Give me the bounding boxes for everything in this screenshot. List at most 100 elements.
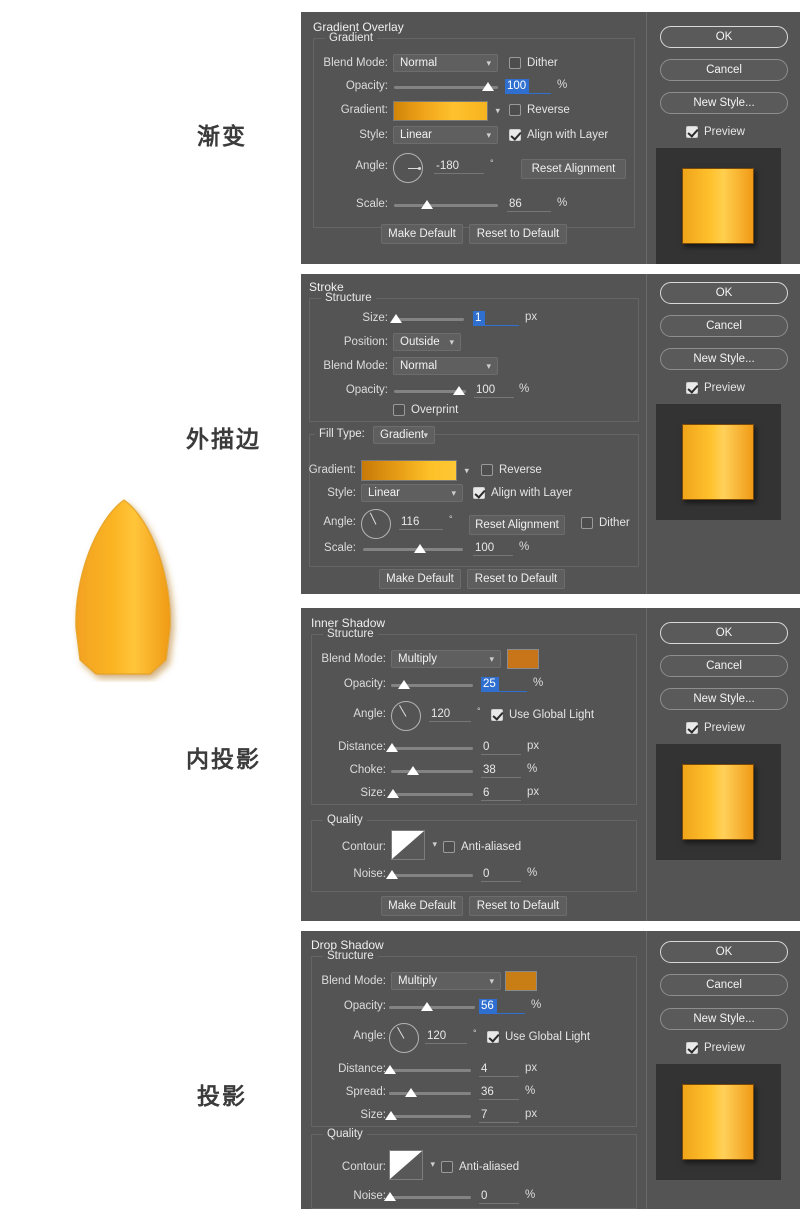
choke-slider-knob[interactable] [407, 766, 419, 775]
make-default-button[interactable]: Make Default [381, 224, 463, 244]
ok-button[interactable]: OK [660, 622, 788, 644]
spread-input[interactable]: 36 [479, 1085, 519, 1100]
opacity-input-tail[interactable] [529, 79, 551, 94]
noise-slider-track[interactable] [391, 874, 473, 877]
blend-mode-select[interactable]: Normal ▾ [393, 54, 498, 72]
opacity-input[interactable]: 25 [481, 677, 499, 692]
angle-dial[interactable] [391, 701, 421, 731]
size-input[interactable]: 6 [481, 786, 521, 801]
noise-slider-track[interactable] [389, 1196, 471, 1199]
size-input-tail[interactable] [485, 311, 519, 326]
scale-slider-track[interactable] [394, 204, 498, 207]
contour-select-chevron[interactable]: ▾ [425, 836, 439, 854]
reset-alignment-button[interactable]: Reset Alignment [521, 159, 626, 179]
ok-button[interactable]: OK [660, 282, 788, 304]
align-with-layer-checkbox[interactable] [473, 487, 485, 499]
ok-button[interactable]: OK [660, 941, 788, 963]
reverse-checkbox[interactable] [509, 104, 521, 116]
scale-input[interactable]: 100 [473, 541, 513, 556]
spread-slider-track[interactable] [389, 1092, 471, 1095]
cancel-button[interactable]: Cancel [660, 974, 788, 996]
noise-input[interactable]: 0 [481, 867, 521, 882]
use-global-light-checkbox[interactable] [487, 1031, 499, 1043]
new-style-button[interactable]: New Style... [660, 348, 788, 370]
scale-input[interactable]: 86 [507, 197, 551, 212]
contour-swatch[interactable] [391, 830, 425, 860]
choke-slider-track[interactable] [391, 770, 473, 773]
align-with-layer-checkbox[interactable] [509, 129, 521, 141]
scale-slider-knob[interactable] [421, 200, 433, 209]
contour-swatch[interactable] [389, 1150, 423, 1180]
new-style-button[interactable]: New Style... [660, 688, 788, 710]
noise-slider-knob[interactable] [386, 870, 398, 879]
scale-slider-knob[interactable] [414, 544, 426, 553]
new-style-button[interactable]: New Style... [660, 92, 788, 114]
style-select[interactable]: Linear ▾ [393, 126, 498, 144]
opacity-input-tail[interactable] [499, 677, 527, 692]
preview-checkbox[interactable] [686, 1042, 698, 1054]
blend-mode-select[interactable]: Normal ▾ [393, 357, 498, 375]
distance-slider-track[interactable] [391, 747, 473, 750]
preview-checkbox[interactable] [686, 382, 698, 394]
angle-input[interactable]: 120 [429, 707, 471, 722]
angle-dial[interactable] [361, 509, 391, 539]
angle-input[interactable]: -180 [434, 159, 484, 174]
shadow-color-swatch[interactable] [507, 649, 539, 669]
reset-to-default-button[interactable]: Reset to Default [469, 896, 567, 916]
opacity-slider-knob[interactable] [421, 1002, 433, 1011]
distance-slider-track[interactable] [389, 1069, 471, 1072]
distance-input[interactable]: 0 [481, 740, 521, 755]
noise-input[interactable]: 0 [479, 1189, 519, 1204]
scale-slider-track[interactable] [363, 548, 463, 551]
blend-mode-select[interactable]: Multiply ▾ [391, 972, 501, 990]
dither-checkbox[interactable] [581, 517, 593, 529]
distance-slider-knob[interactable] [386, 743, 398, 752]
reset-alignment-button[interactable]: Reset Alignment [469, 515, 565, 535]
preview-checkbox[interactable] [686, 722, 698, 734]
size-slider-track[interactable] [391, 793, 473, 796]
contour-select-chevron[interactable]: ▾ [423, 1156, 437, 1174]
size-slider-track[interactable] [394, 318, 464, 321]
opacity-input[interactable]: 100 [474, 383, 514, 398]
angle-dial[interactable] [393, 153, 423, 183]
opacity-slider-knob[interactable] [398, 680, 410, 689]
cancel-button[interactable]: Cancel [660, 59, 788, 81]
overprint-checkbox[interactable] [393, 404, 405, 416]
shadow-color-swatch[interactable] [505, 971, 537, 991]
size-slider-knob[interactable] [385, 1111, 397, 1120]
opacity-slider-knob[interactable] [453, 386, 465, 395]
blend-mode-select[interactable]: Multiply ▾ [391, 650, 501, 668]
ok-button[interactable]: OK [660, 26, 788, 48]
opacity-slider-knob[interactable] [482, 82, 494, 91]
size-slider-knob[interactable] [390, 314, 402, 323]
use-global-light-checkbox[interactable] [491, 709, 503, 721]
distance-input[interactable]: 4 [479, 1062, 519, 1077]
fill-type-select[interactable]: Gradient ▾ [373, 426, 435, 444]
size-slider-track[interactable] [389, 1115, 471, 1118]
noise-slider-knob[interactable] [384, 1192, 396, 1201]
opacity-input[interactable]: 100 [505, 79, 529, 94]
anti-aliased-checkbox[interactable] [441, 1161, 453, 1173]
make-default-button[interactable]: Make Default [379, 569, 461, 589]
spread-slider-knob[interactable] [405, 1088, 417, 1097]
choke-input[interactable]: 38 [481, 763, 521, 778]
make-default-button[interactable]: Make Default [381, 896, 463, 916]
angle-input[interactable]: 120 [425, 1029, 467, 1044]
size-input[interactable]: 1 [473, 311, 485, 326]
new-style-button[interactable]: New Style... [660, 1008, 788, 1030]
angle-dial[interactable] [389, 1023, 419, 1053]
reset-to-default-button[interactable]: Reset to Default [469, 224, 567, 244]
gradient-swatch[interactable]: ▾ [393, 101, 500, 121]
reverse-checkbox[interactable] [481, 464, 493, 476]
anti-aliased-checkbox[interactable] [443, 841, 455, 853]
cancel-button[interactable]: Cancel [660, 315, 788, 337]
position-select[interactable]: Outside ▾ [393, 333, 461, 351]
gradient-swatch[interactable]: ▾ [361, 460, 469, 481]
size-input[interactable]: 7 [479, 1108, 519, 1123]
opacity-input[interactable]: 56 [479, 999, 497, 1014]
style-select[interactable]: Linear ▾ [361, 484, 463, 502]
size-slider-knob[interactable] [387, 789, 399, 798]
dither-checkbox[interactable] [509, 57, 521, 69]
opacity-input-tail[interactable] [497, 999, 525, 1014]
preview-checkbox[interactable] [686, 126, 698, 138]
